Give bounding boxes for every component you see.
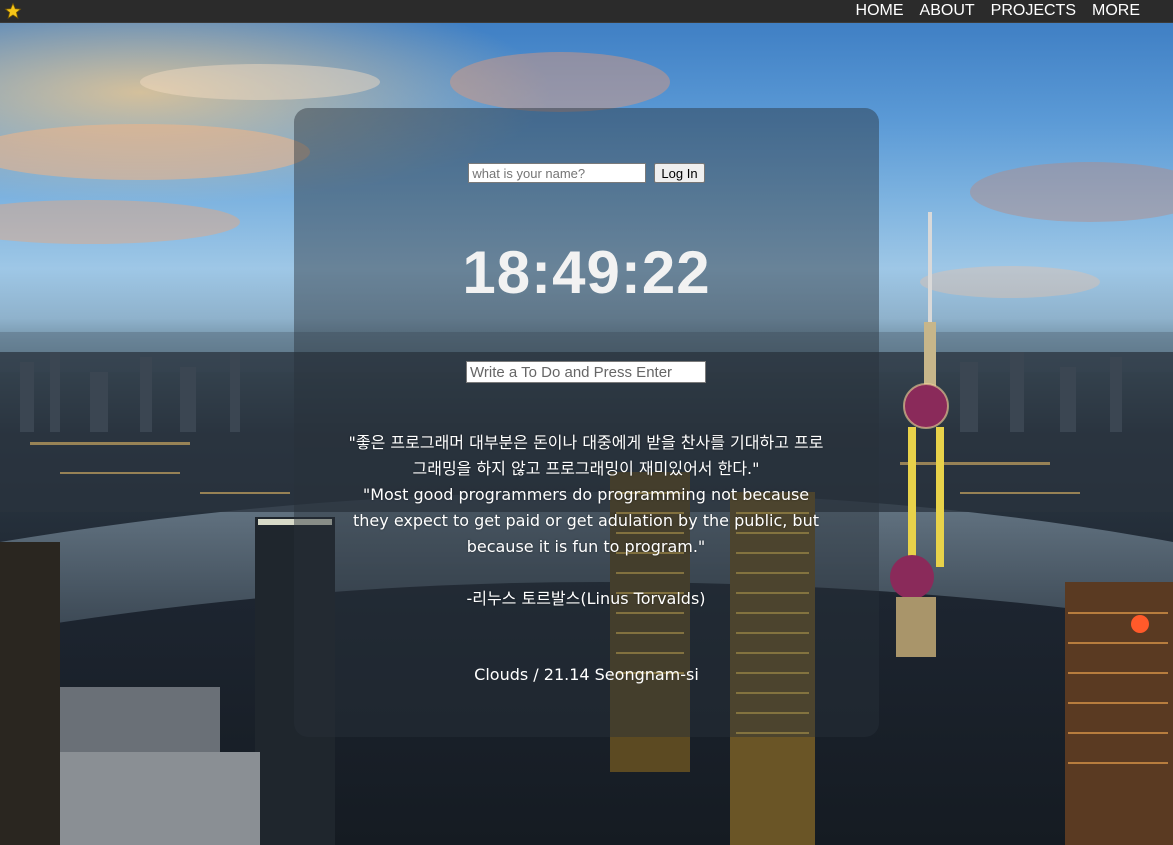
login-form: Log In: [294, 163, 879, 183]
quote-author: -리누스 토르발스(Linus Torvalds): [466, 589, 706, 608]
todo-input[interactable]: [466, 361, 706, 383]
quote-block: "좋은 프로그래머 대부분은 돈이나 대중에게 받을 찬사를 기대하고 프로그래…: [346, 430, 826, 612]
weather-info: Clouds / 21.14 Seongnam-si: [474, 665, 699, 684]
quote-english: "Most good programmers do programming no…: [353, 485, 819, 556]
todo-form: [466, 361, 706, 383]
nav-more-link[interactable]: MORE: [1092, 0, 1140, 22]
clock-display: 18:49:22: [462, 239, 711, 306]
main-panel: Log In 18:49:22 "좋은 프로그래머 대부분은 돈이나 대중에게 …: [294, 108, 879, 737]
nav-home-link[interactable]: HOME: [856, 0, 904, 22]
login-button[interactable]: Log In: [654, 163, 705, 183]
main-nav: HOME ABOUT PROJECTS MORE: [856, 0, 1140, 22]
top-navigation-bar: HOME ABOUT PROJECTS MORE: [0, 0, 1173, 23]
nav-about-link[interactable]: ABOUT: [920, 0, 975, 22]
nav-projects-link[interactable]: PROJECTS: [991, 0, 1076, 22]
quote-korean: "좋은 프로그래머 대부분은 돈이나 대중에게 받을 찬사를 기대하고 프로그래…: [348, 433, 824, 478]
star-icon[interactable]: [4, 2, 22, 20]
name-input[interactable]: [468, 163, 647, 183]
